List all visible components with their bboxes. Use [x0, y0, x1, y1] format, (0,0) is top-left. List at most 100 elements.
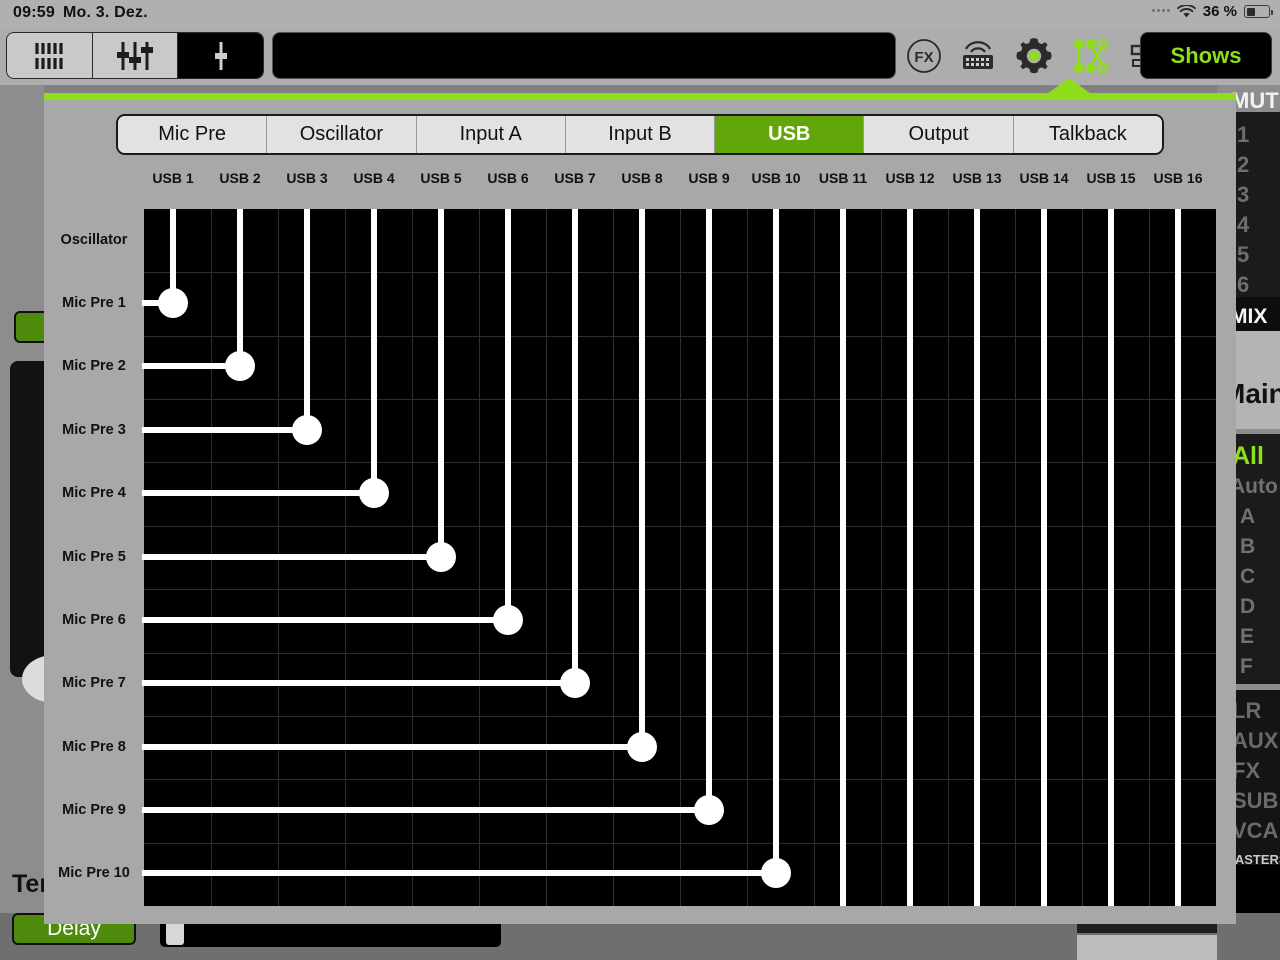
wire-vertical-usb-7 — [572, 209, 578, 683]
wire-horizontal-mic-pre-4 — [142, 490, 374, 496]
wifi-icon — [1177, 5, 1196, 19]
status-date: Mo. 3. Dez. — [63, 4, 148, 22]
matrix-node-mic-pre-7-usb-7[interactable] — [560, 668, 590, 698]
grid-hline — [144, 589, 1216, 590]
tab-output[interactable]: Output — [864, 116, 1013, 153]
mute-number-5[interactable]: 5 — [1237, 242, 1249, 268]
column-header-usb-15: USB 15 — [1080, 170, 1142, 186]
routing-icon[interactable] — [1069, 36, 1113, 76]
channel-strip-icon[interactable] — [7, 33, 93, 78]
row-label-mic-pre-1: Mic Pre 1 — [44, 295, 144, 311]
modal-caret-icon — [1047, 78, 1091, 94]
bottom-right-light — [1077, 935, 1217, 960]
wire-vertical-usb-6 — [505, 209, 511, 620]
view-mode-segmented-control[interactable] — [6, 32, 264, 79]
column-header-usb-7: USB 7 — [544, 170, 606, 186]
tab-usb[interactable]: USB — [715, 116, 864, 153]
layer-item-all[interactable]: All — [1232, 442, 1264, 471]
wire-horizontal-mic-pre-9 — [142, 807, 709, 813]
grid-hline — [144, 843, 1216, 844]
wire-vertical-usb-5 — [438, 209, 444, 557]
layer-item-c[interactable]: C — [1240, 565, 1255, 589]
toolbar-icon-group: FX — [905, 32, 1171, 79]
wire-vertical-usb-4 — [371, 209, 377, 493]
matrix-node-mic-pre-4-usb-4[interactable] — [359, 478, 389, 508]
bus-item-sub[interactable]: SUB — [1232, 788, 1278, 814]
tab-talkback[interactable]: Talkback — [1014, 116, 1162, 153]
mute-number-1[interactable]: 1 — [1237, 122, 1249, 148]
routing-matrix[interactable] — [144, 209, 1216, 906]
column-header-usb-16: USB 16 — [1147, 170, 1209, 186]
signal-dots-icon — [1152, 9, 1170, 14]
row-label-mic-pre-4: Mic Pre 4 — [44, 485, 144, 501]
bus-item-aux[interactable]: AUX — [1232, 728, 1278, 754]
tab-input-a[interactable]: Input A — [417, 116, 566, 153]
app-toolbar: FX — [0, 27, 1280, 85]
column-header-usb-12: USB 12 — [879, 170, 941, 186]
wire-horizontal-mic-pre-3 — [142, 427, 307, 433]
gear-icon[interactable] — [1013, 35, 1055, 77]
grid-vline — [814, 209, 815, 906]
grid-vline — [546, 209, 547, 906]
channel-name-field[interactable] — [272, 32, 896, 79]
grid-hline — [144, 653, 1216, 654]
grid-hline — [144, 526, 1216, 527]
wire-vertical-usb-2 — [237, 209, 243, 366]
layer-item-a[interactable]: A — [1240, 505, 1255, 529]
matrix-node-mic-pre-8-usb-8[interactable] — [627, 732, 657, 762]
grid-vline — [613, 209, 614, 906]
keyboard-icon[interactable] — [957, 37, 999, 75]
battery-icon — [1244, 5, 1270, 18]
wire-vertical-usb-10 — [773, 209, 779, 873]
row-label-mic-pre-5: Mic Pre 5 — [44, 549, 144, 565]
layer-item-d[interactable]: D — [1240, 595, 1255, 619]
battery-percent: 36 % — [1203, 3, 1237, 20]
wire-horizontal-mic-pre-5 — [142, 554, 441, 560]
row-label-mic-pre-2: Mic Pre 2 — [44, 358, 144, 374]
bus-item-lr[interactable]: LR — [1232, 698, 1261, 724]
column-header-usb-6: USB 6 — [477, 170, 539, 186]
mute-number-2[interactable]: 2 — [1237, 152, 1249, 178]
layer-item-auto[interactable]: Auto — [1230, 475, 1278, 499]
grid-vline — [948, 209, 949, 906]
tab-mic-pre[interactable]: Mic Pre — [118, 116, 267, 153]
matrix-node-mic-pre-3-usb-3[interactable] — [292, 415, 322, 445]
wire-horizontal-mic-pre-6 — [142, 617, 508, 623]
wire-vertical-usb-8 — [639, 209, 645, 747]
matrix-node-mic-pre-9-usb-9[interactable] — [694, 795, 724, 825]
matrix-node-mic-pre-10-usb-10[interactable] — [761, 858, 791, 888]
routing-tabbar: Mic PreOscillatorInput AInput BUSBOutput… — [116, 114, 1164, 155]
mute-number-6[interactable]: 6 — [1237, 272, 1249, 298]
matrix-node-mic-pre-5-usb-5[interactable] — [426, 542, 456, 572]
faders-icon[interactable] — [93, 33, 179, 78]
status-right-cluster: 36 % — [1152, 3, 1270, 20]
tab-input-b[interactable]: Input B — [566, 116, 715, 153]
grid-hline — [144, 779, 1216, 780]
matrix-node-mic-pre-1-usb-1[interactable] — [158, 288, 188, 318]
wire-vertical-usb-12 — [907, 209, 913, 906]
column-header-usb-9: USB 9 — [678, 170, 740, 186]
mute-number-3[interactable]: 3 — [1237, 182, 1249, 208]
row-label-mic-pre-9: Mic Pre 9 — [44, 802, 144, 818]
wire-vertical-usb-13 — [974, 209, 980, 906]
single-fader-icon[interactable] — [178, 33, 263, 78]
shows-button[interactable]: Shows — [1140, 32, 1272, 79]
layer-item-f[interactable]: F — [1240, 655, 1253, 679]
matrix-node-mic-pre-2-usb-2[interactable] — [225, 351, 255, 381]
column-header-usb-11: USB 11 — [812, 170, 874, 186]
app-root: 09:59 Mo. 3. Dez. 36 % — [0, 0, 1280, 960]
layer-item-e[interactable]: E — [1240, 625, 1254, 649]
column-header-usb-5: USB 5 — [410, 170, 472, 186]
mute-number-4[interactable]: 4 — [1237, 212, 1249, 238]
matrix-node-mic-pre-6-usb-6[interactable] — [493, 605, 523, 635]
tab-oscillator[interactable]: Oscillator — [267, 116, 416, 153]
layer-item-b[interactable]: B — [1240, 535, 1255, 559]
grid-vline — [881, 209, 882, 906]
bus-item-vca[interactable]: VCA — [1232, 818, 1278, 844]
column-header-usb-13: USB 13 — [946, 170, 1008, 186]
grid-vline — [479, 209, 480, 906]
bus-item-fx[interactable]: FX — [1232, 758, 1260, 784]
fx-icon[interactable]: FX — [905, 37, 943, 75]
modal-bottom-edge — [44, 906, 1236, 924]
grid-vline — [1082, 209, 1083, 906]
